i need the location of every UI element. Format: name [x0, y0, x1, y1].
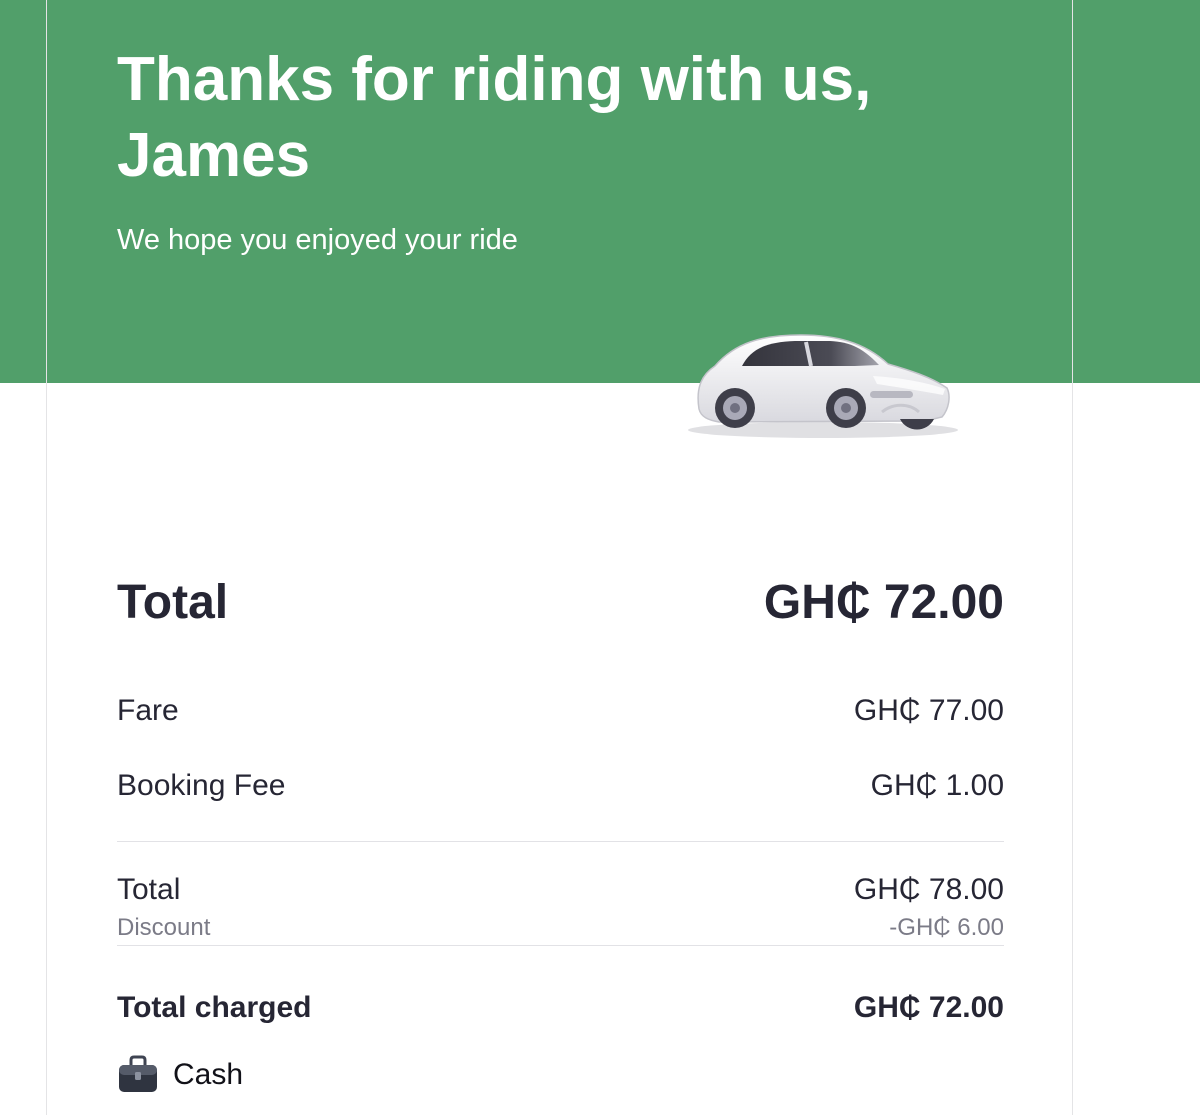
subtotal-row: Total GH₵ 78.00 [117, 871, 1004, 909]
total-row: Total GH₵ 72.00 [117, 573, 1004, 633]
booking-fee-row: Booking Fee GH₵ 1.00 [117, 767, 1004, 805]
briefcase-icon [119, 1055, 157, 1092]
payment-method-label: Cash [173, 1058, 244, 1091]
subtotal-label: Total [117, 873, 181, 906]
receipt-email-card: Thanks for riding with us, James We hope… [46, 0, 1073, 1115]
summary-divider [117, 841, 1004, 842]
total-label: Total [117, 576, 229, 629]
total-amount: GH₵ 72.00 [763, 576, 1004, 629]
total-charged-label: Total charged [117, 991, 312, 1024]
total-charged-row: Total charged GH₵ 72.00 [117, 989, 1004, 1027]
car-icon [688, 334, 958, 438]
discount-row: Discount -GH₵ 6.00 [117, 913, 1004, 943]
thank-you-heading: Thanks for riding with us, James [117, 45, 872, 190]
payment-method: Cash [117, 1055, 243, 1095]
subtotal-amount: GH₵ 78.00 [853, 873, 1004, 906]
discount-label: Discount [117, 914, 211, 941]
booking-fee-amount: GH₵ 1.00 [870, 769, 1004, 802]
fare-amount: GH₵ 77.00 [853, 694, 1004, 727]
booking-fee-label: Booking Fee [117, 769, 286, 802]
ride-message: We hope you enjoyed your ride [117, 224, 518, 256]
fare-row: Fare GH₵ 77.00 [117, 692, 1004, 730]
discount-amount: -GH₵ 6.00 [889, 914, 1004, 941]
receipt-page: Thanks for riding with us, James We hope… [0, 0, 1200, 1115]
fare-label: Fare [117, 694, 179, 727]
total-charged-amount: GH₵ 72.00 [853, 991, 1004, 1024]
charged-divider [117, 945, 1004, 946]
